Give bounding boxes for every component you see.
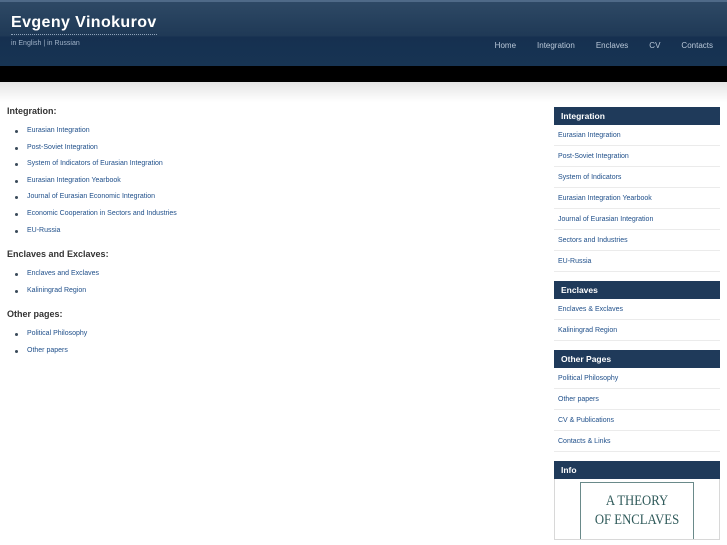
link-kaliningrad[interactable]: Kaliningrad Region: [27, 287, 86, 294]
sidebar-link-cv-publications[interactable]: CV & Publications: [558, 417, 614, 424]
list-item: Economic Cooperation in Sectors and Indu…: [7, 206, 527, 223]
sidebar-enclaves-list: Enclaves & Exclaves Kaliningrad Region: [554, 299, 720, 341]
sidebar-item: EU-Russia: [554, 251, 720, 272]
sidebar-link-post-soviet[interactable]: Post-Soviet Integration: [558, 153, 629, 160]
book-cover-graphic: A THEORY OF ENCLAVES: [595, 493, 679, 528]
sidebar-link-sectors[interactable]: Sectors and Industries: [558, 237, 628, 244]
info-box: A THEORY OF ENCLAVES: [554, 479, 720, 540]
list-item: Kaliningrad Region: [7, 283, 527, 300]
sidebar-link-enclaves-exclaves[interactable]: Enclaves & Exclaves: [558, 306, 623, 313]
header-shadow: [0, 82, 727, 102]
sidebar-other-list: Political Philosophy Other papers CV & P…: [554, 368, 720, 452]
list-item: Enclaves and Exclaves: [7, 266, 527, 283]
list-item: Eurasian Integration Yearbook: [7, 173, 527, 190]
site-title[interactable]: Evgeny Vinokurov: [11, 14, 157, 35]
link-sectors-industries[interactable]: Economic Cooperation in Sectors and Indu…: [27, 210, 177, 217]
book-title-line2: OF ENCLAVES: [595, 512, 679, 528]
enclaves-link-list: Enclaves and Exclaves Kaliningrad Region: [7, 266, 527, 299]
sidebar-item: Kaliningrad Region: [554, 320, 720, 341]
lang-english-link[interactable]: in English: [11, 40, 41, 47]
sidebar-item: Eurasian Integration Yearbook: [554, 188, 720, 209]
sidebar-link-contacts-links[interactable]: Contacts & Links: [558, 438, 611, 445]
sidebar-item: Journal of Eurasian Integration: [554, 209, 720, 230]
section-heading-integration: Integration:: [7, 106, 57, 116]
main-nav: Home Integration Enclaves CV Contacts: [474, 41, 713, 50]
sidebar-link-kaliningrad[interactable]: Kaliningrad Region: [558, 327, 617, 334]
link-post-soviet-integration[interactable]: Post-Soviet Integration: [27, 144, 98, 151]
sidebar-item: CV & Publications: [554, 410, 720, 431]
sidebar-integration-list: Eurasian Integration Post-Soviet Integra…: [554, 125, 720, 272]
list-item: Other papers: [7, 343, 527, 360]
sidebar: Integration Eurasian Integration Post-So…: [554, 107, 720, 540]
section-heading-enclaves: Enclaves and Exclaves:: [7, 249, 109, 260]
link-enclaves-exclaves[interactable]: Enclaves and Exclaves: [27, 270, 99, 277]
list-item: Journal of Eurasian Economic Integration: [7, 189, 527, 206]
sidebar-title-integration: Integration: [554, 107, 720, 125]
lang-russian-link[interactable]: in Russian: [47, 40, 80, 47]
lang-separator: |: [43, 40, 46, 47]
book-cover-image[interactable]: A THEORY OF ENCLAVES: [580, 482, 694, 539]
nav-home[interactable]: Home: [495, 41, 516, 50]
sidebar-item: Other papers: [554, 389, 720, 410]
nav-contacts[interactable]: Contacts: [681, 41, 713, 50]
sidebar-link-indicators[interactable]: System of Indicators: [558, 174, 621, 181]
nav-integration[interactable]: Integration: [537, 41, 575, 50]
header-black-bar: [0, 66, 727, 82]
nav-enclaves[interactable]: Enclaves: [596, 41, 628, 50]
sidebar-item: Post-Soviet Integration: [554, 146, 720, 167]
list-item: Post-Soviet Integration: [7, 140, 527, 157]
integration-link-list: Eurasian Integration Post-Soviet Integra…: [7, 123, 527, 239]
link-journal[interactable]: Journal of Eurasian Economic Integration: [27, 193, 155, 200]
sidebar-link-political-philosophy[interactable]: Political Philosophy: [558, 375, 618, 382]
sidebar-title-info: Info: [554, 461, 720, 479]
link-eu-russia[interactable]: EU-Russia: [27, 227, 60, 234]
list-item: EU-Russia: [7, 223, 527, 240]
header-top-line: [0, 0, 727, 2]
book-title-line1: A THEORY: [606, 493, 668, 509]
sidebar-item: Sectors and Industries: [554, 230, 720, 251]
link-integration-yearbook[interactable]: Eurasian Integration Yearbook: [27, 177, 121, 184]
nav-cv[interactable]: CV: [649, 41, 660, 50]
link-other-papers[interactable]: Other papers: [27, 347, 68, 354]
list-item: System of Indicators of Eurasian Integra…: [7, 156, 527, 173]
list-item: Eurasian Integration: [7, 123, 527, 140]
list-item: Political Philosophy: [7, 326, 527, 343]
other-link-list: Political Philosophy Other papers: [7, 326, 527, 359]
sidebar-link-journal[interactable]: Journal of Eurasian Integration: [558, 216, 653, 223]
section-heading-other: Other pages:: [7, 309, 63, 320]
sidebar-item: Enclaves & Exclaves: [554, 299, 720, 320]
sidebar-link-other-papers[interactable]: Other papers: [558, 396, 599, 403]
sidebar-link-yearbook[interactable]: Eurasian Integration Yearbook: [558, 195, 652, 202]
site-header: Evgeny Vinokurov in English | in Russian…: [0, 0, 727, 66]
sidebar-item: System of Indicators: [554, 167, 720, 188]
sidebar-link-eu-russia[interactable]: EU-Russia: [558, 258, 591, 265]
language-switcher: in English | in Russian: [11, 40, 80, 47]
sidebar-item: Contacts & Links: [554, 431, 720, 452]
sidebar-title-enclaves: Enclaves: [554, 281, 720, 299]
sidebar-item: Political Philosophy: [554, 368, 720, 389]
sidebar-title-other-pages: Other Pages: [554, 350, 720, 368]
link-system-of-indicators[interactable]: System of Indicators of Eurasian Integra…: [27, 160, 163, 167]
main-content: Integration: Eurasian Integration Post-S…: [7, 106, 527, 370]
sidebar-link-eurasian-integration[interactable]: Eurasian Integration: [558, 132, 621, 139]
link-eurasian-integration[interactable]: Eurasian Integration: [27, 127, 90, 134]
sidebar-item: Eurasian Integration: [554, 125, 720, 146]
link-political-philosophy[interactable]: Political Philosophy: [27, 330, 87, 337]
